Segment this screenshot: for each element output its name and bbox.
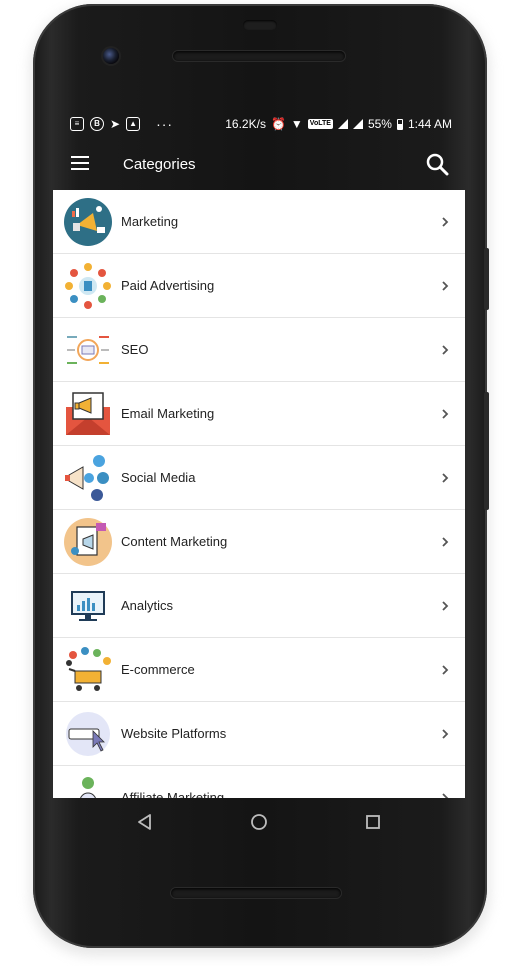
list-item-affiliate-marketing[interactable]: Affiliate Marketing xyxy=(53,766,465,798)
category-list: Marketing Paid Advertising SEO Email Mar… xyxy=(53,190,465,798)
volte-badge: VoLTE xyxy=(307,119,333,129)
chevron-right-icon xyxy=(442,281,449,291)
list-item-seo[interactable]: SEO xyxy=(53,318,465,382)
category-label: Email Marketing xyxy=(121,406,215,421)
front-camera xyxy=(103,48,119,64)
battery-percent: 55% xyxy=(367,117,392,131)
back-icon[interactable] xyxy=(133,810,157,834)
category-label: Website Platforms xyxy=(121,726,227,741)
volume-button xyxy=(484,248,489,310)
location-arrow-icon: ➤ xyxy=(110,117,121,131)
sensor-slot xyxy=(243,20,277,30)
list-item-website-platforms[interactable]: Website Platforms xyxy=(53,702,465,766)
chevron-right-icon xyxy=(442,537,449,547)
social-megaphone-icon xyxy=(65,455,109,501)
category-label: Marketing xyxy=(121,214,179,229)
envelope-megaphone-icon xyxy=(66,392,110,435)
power-button xyxy=(484,392,489,510)
analytics-monitor-icon xyxy=(71,591,105,621)
paid-ads-network-icon xyxy=(65,263,111,309)
status-bar: ≡ B ➤ ▲ ··· 16.2K/s ⏰ ▼ VoLTE 55% 1:44 A… xyxy=(60,112,462,138)
category-label: Analytics xyxy=(121,598,174,613)
list-item-analytics[interactable]: Analytics xyxy=(53,574,465,638)
signal-icon xyxy=(337,119,348,129)
wifi-icon: ▼ xyxy=(290,117,303,131)
category-label: E-commerce xyxy=(121,662,195,677)
chevron-right-icon xyxy=(442,473,449,483)
alarm-icon: ⏰ xyxy=(270,117,286,131)
b-icon: B xyxy=(90,117,104,131)
news-icon: ≡ xyxy=(70,117,84,131)
chevron-right-icon xyxy=(442,409,449,419)
category-label: Paid Advertising xyxy=(121,278,215,293)
category-label: Affiliate Marketing xyxy=(121,790,225,798)
list-item-content-marketing[interactable]: Content Marketing xyxy=(53,510,465,574)
chevron-right-icon xyxy=(442,217,449,227)
app-bar: Categories xyxy=(53,140,465,190)
list-item-email-marketing[interactable]: Email Marketing xyxy=(53,382,465,446)
recents-icon[interactable] xyxy=(361,810,385,834)
hamburger-menu-icon[interactable] xyxy=(71,156,89,170)
seo-icon xyxy=(67,336,109,364)
category-label: Content Marketing xyxy=(121,534,228,549)
chevron-right-icon xyxy=(442,729,449,739)
network-speed: 16.2K/s xyxy=(225,117,266,131)
search-icon[interactable] xyxy=(425,152,449,176)
website-cursor-icon xyxy=(66,712,110,756)
affiliate-network-icon xyxy=(80,777,96,798)
top-speaker xyxy=(173,51,345,61)
page-title: Categories xyxy=(123,156,196,173)
home-icon[interactable] xyxy=(247,810,271,834)
chevron-right-icon xyxy=(442,665,449,675)
list-item-social-media[interactable]: Social Media xyxy=(53,446,465,510)
shopping-cart-icon xyxy=(66,647,111,691)
clock: 1:44 AM xyxy=(407,117,452,131)
category-label: SEO xyxy=(121,342,149,357)
megaphone-icon xyxy=(64,198,112,246)
signal-icon-2 xyxy=(352,119,363,129)
list-item-paid-advertising[interactable]: Paid Advertising xyxy=(53,254,465,318)
chevron-right-icon xyxy=(442,601,449,611)
list-item-e-commerce[interactable]: E-commerce xyxy=(53,638,465,702)
category-label: Social Media xyxy=(121,470,196,485)
bottom-speaker xyxy=(171,888,341,898)
battery-icon xyxy=(396,118,403,130)
chevron-right-icon xyxy=(442,345,449,355)
content-document-icon xyxy=(64,518,112,566)
list-item-marketing[interactable]: Marketing xyxy=(53,190,465,254)
photo-icon: ▲ xyxy=(126,117,141,131)
more-notifications-indicator: ··· xyxy=(156,116,174,132)
system-nav-bar xyxy=(53,798,465,844)
